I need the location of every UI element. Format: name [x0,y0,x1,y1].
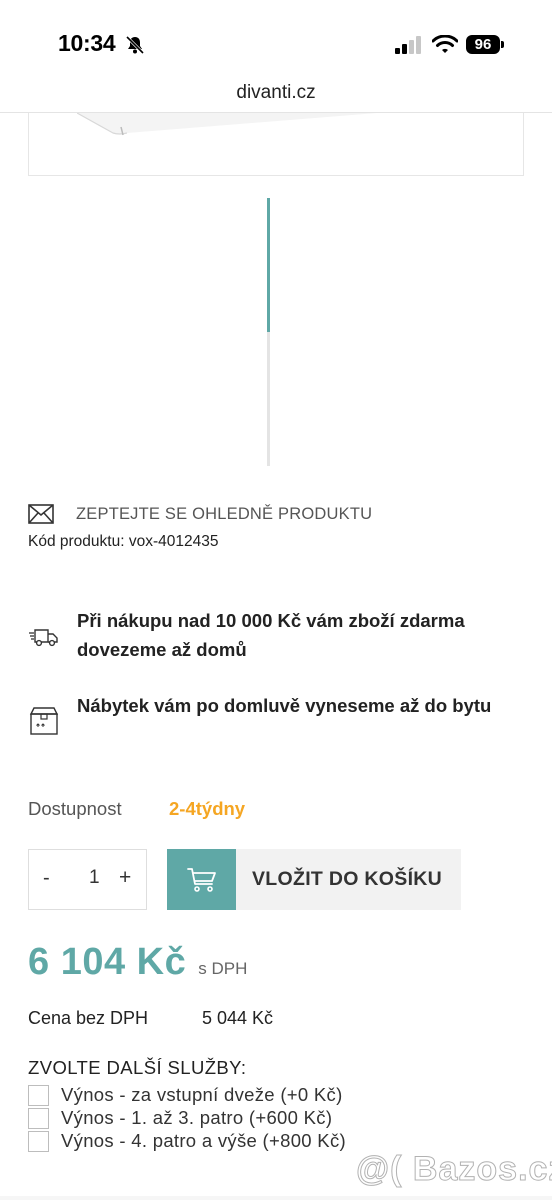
service-option-label: Výnos - 1. až 3. patro (+600 Kč) [61,1107,333,1128]
services-title: ZVOLTE DALŠÍ SLUŽBY: [28,1057,247,1078]
quantity-increase-button[interactable]: + [119,866,131,890]
bazos-watermark: @( Bazos.cz [355,1150,552,1189]
status-time: 10:34 [58,30,116,56]
availability-row: Dostupnost 2-4týdny [28,798,245,820]
ask-about-product-label: ZEPTEJTE SE OHLEDNĚ PRODUKTU [76,504,373,523]
status-bar: 10:34 96 [0,0,552,80]
service-checkbox[interactable] [28,1130,49,1152]
price-vat-note: s DPH [198,959,248,978]
box-icon [29,707,59,735]
service-option-label: Výnos - za vstupní dveže (+0 Kč) [61,1084,343,1105]
delivery-truck-icon [29,629,58,647]
envelope-icon [28,504,54,524]
battery-icon: 96 [466,35,500,54]
availability-value: 2-4týdny [169,798,246,819]
service-checkbox[interactable] [28,1084,49,1106]
service-checkbox[interactable] [28,1107,49,1129]
gallery-scrollbar-thumb[interactable] [267,198,270,332]
price-without-vat-row: Cena bez DPH 5 044 Kč [28,1008,273,1029]
quantity-stepper[interactable]: - 1 + [28,849,147,910]
bell-slash-icon [125,35,145,55]
price-without-vat-label: Cena bez DPH [28,1008,149,1028]
price-without-vat-value: 5 044 Kč [202,1008,274,1028]
quantity-input[interactable]: 1 [89,867,100,889]
service-option-floor-4-up[interactable]: Výnos - 4. patro a výše (+800 Kč) [28,1130,346,1152]
service-option-floor-1-3[interactable]: Výnos - 1. až 3. patro (+600 Kč) [28,1107,332,1129]
benefit-carry-up: Nábytek vám po domluvě vyneseme až do by… [28,691,517,737]
product-image [77,113,377,136]
wifi-icon [432,35,458,53]
benefit-carry-up-text: Nábytek vám po domluvě vyneseme až do by… [77,695,492,716]
benefit-free-delivery: Při nákupu nad 10 000 Kč vám zboží zdarm… [28,606,517,664]
shopping-cart-icon [186,867,216,892]
service-option-entrance[interactable]: Výnos - za vstupní dveže (+0 Kč) [28,1084,343,1106]
bottom-edge [0,1196,552,1200]
signal-icon [395,36,421,54]
product-image-frame[interactable] [28,113,524,176]
price-with-vat: 6 104 Kč [28,941,187,983]
ask-about-product-link[interactable]: ZEPTEJTE SE OHLEDNĚ PRODUKTU [28,504,372,524]
service-option-label: Výnos - 4. patro a výše (+800 Kč) [61,1130,346,1151]
cart-icon-box [167,849,236,910]
availability-label: Dostupnost [28,798,122,819]
add-to-cart-button[interactable]: VLOŽIT DO KOŠÍKU [167,849,461,910]
add-to-cart-label: VLOŽIT DO KOŠÍKU [252,868,443,890]
benefit-free-delivery-text: Při nákupu nad 10 000 Kč vám zboží zdarm… [77,610,465,660]
quantity-decrease-button[interactable]: - [43,867,50,890]
url-bar[interactable]: divanti.cz [0,82,552,104]
product-code: Kód produktu: vox-4012435 [28,533,219,550]
battery-tip [501,41,504,48]
price-row: 6 104 Kč s DPH [28,941,247,984]
